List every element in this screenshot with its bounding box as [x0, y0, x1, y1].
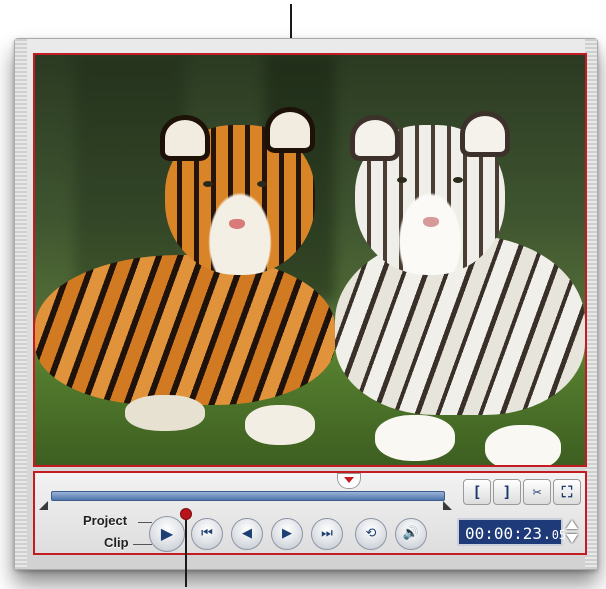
timecode-down-arrow-icon[interactable] — [566, 534, 578, 543]
timecode-frames: 05 — [551, 528, 567, 542]
go-to-start-icon: ⏮ — [201, 526, 213, 541]
timecode-display[interactable]: 00:00:23.05 — [457, 518, 567, 546]
clip-mode-label[interactable]: Clip — [104, 535, 129, 550]
enlarge-preview-button[interactable]: ⛶ — [553, 479, 581, 505]
mark-in-button[interactable]: [ — [463, 479, 491, 505]
trim-bar[interactable] — [51, 491, 445, 501]
next-frame-button[interactable]: ▶ — [271, 518, 303, 550]
home-button[interactable]: ⏮ — [191, 518, 223, 550]
trim-end-handle[interactable] — [443, 501, 452, 510]
go-to-end-icon: ⏭ — [321, 526, 333, 541]
orange-tiger — [35, 107, 335, 465]
repeat-button[interactable]: ⟲ — [355, 518, 387, 550]
frame-grip-left — [15, 39, 27, 569]
timecode-main: 00:00:23. — [465, 524, 552, 543]
callout-line-controls — [185, 513, 187, 587]
repeat-icon: ⟲ — [365, 526, 377, 541]
preview-window — [33, 53, 587, 467]
timecode-up-arrow-icon[interactable] — [566, 520, 578, 529]
next-frame-icon: ▶ — [282, 526, 292, 541]
split-clip-button[interactable]: ✂ — [523, 479, 551, 505]
end-button[interactable]: ⏭ — [311, 518, 343, 550]
volume-button[interactable]: 🔊 — [395, 518, 427, 550]
scrubber-handle[interactable] — [337, 473, 361, 489]
white-tiger — [335, 111, 585, 465]
play-icon: ▶ — [160, 524, 174, 543]
previous-frame-button[interactable]: ◀ — [231, 518, 263, 550]
timecode-spinner[interactable] — [565, 518, 579, 546]
play-button[interactable]: ▶ — [149, 516, 185, 552]
trim-start-handle[interactable] — [39, 501, 48, 510]
project-mode-label[interactable]: Project — [83, 513, 127, 528]
mark-out-button[interactable]: ] — [493, 479, 521, 505]
scissors-icon: ✂ — [532, 483, 542, 501]
enlarge-preview-icon: ⛶ — [561, 483, 573, 501]
playback-controls-panel: [ ] ✂ ⛶ Project Clip ▶ ⏮ ◀ ▶ ⏭ ⟲ 🔊 00:00… — [33, 471, 587, 555]
volume-icon: 🔊 — [402, 526, 420, 541]
callout-dot-controls — [180, 508, 192, 520]
previous-frame-icon: ◀ — [242, 526, 252, 541]
